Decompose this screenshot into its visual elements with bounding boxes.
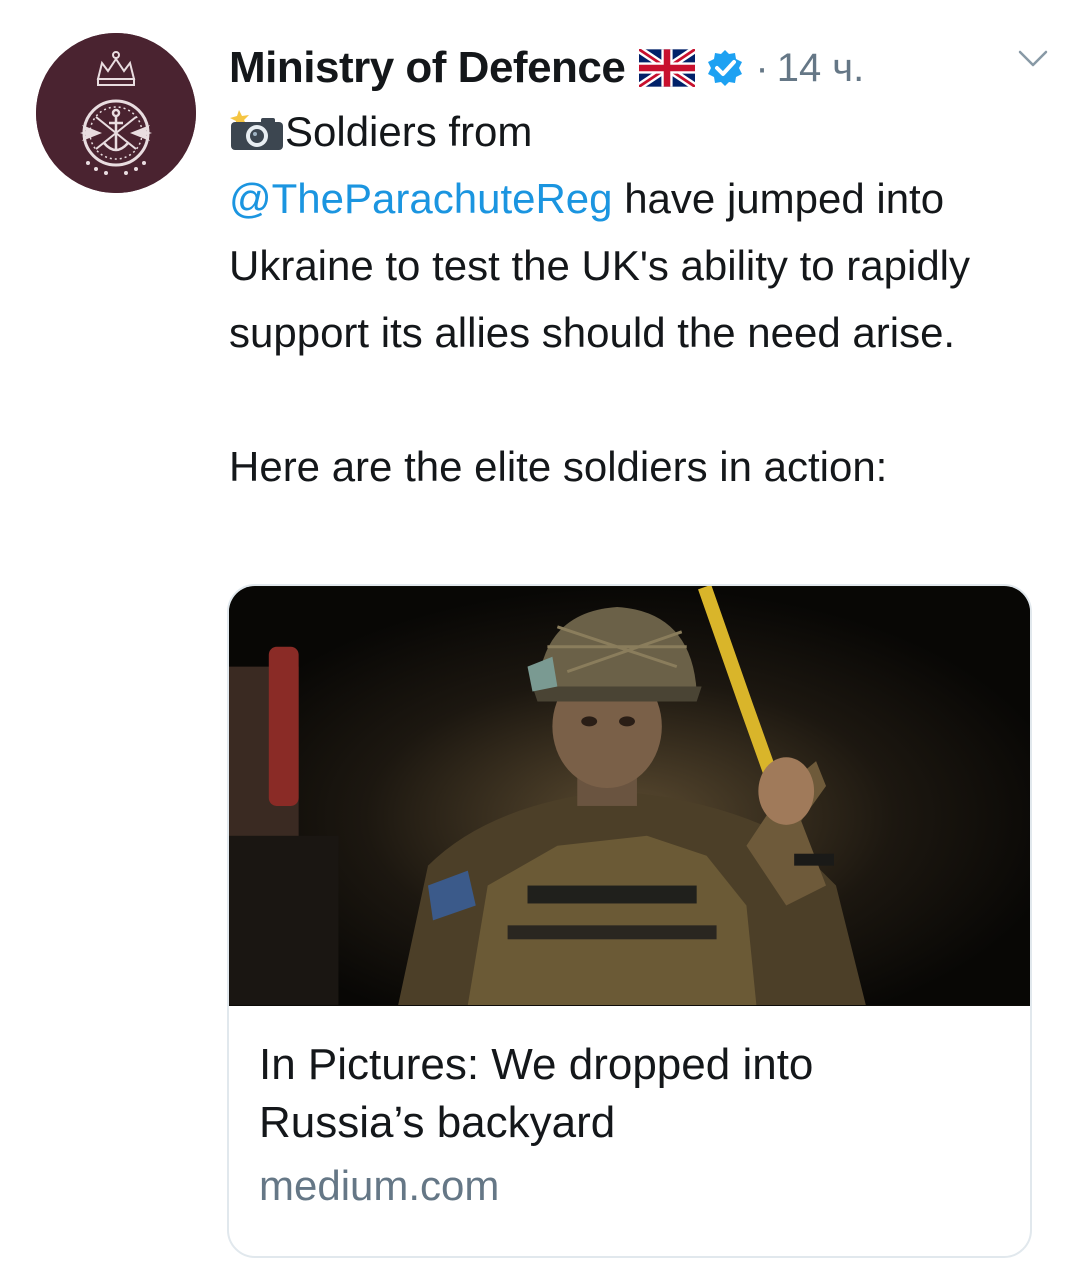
card-image[interactable] (229, 586, 1030, 1006)
link-card[interactable]: In Pictures: We dropped into Russia’s ba… (227, 584, 1032, 1258)
avatar[interactable] (36, 33, 196, 193)
time-separator: · (755, 45, 769, 90)
card-body[interactable]: In Pictures: We dropped into Russia’s ba… (229, 1006, 1030, 1214)
chevron-down-icon[interactable] (1017, 48, 1049, 70)
tweet-text: Soldiers from @TheParachuteReg have jumpe… (229, 98, 1029, 500)
tweet-header: Ministry of Defence · 14 ч. (229, 38, 1049, 98)
tweet-paragraph-2: Here are the elite soldiers in action: (229, 443, 888, 490)
tweet-paragraph-1: Soldiers from @TheParachuteReg have jumpe… (229, 98, 1029, 366)
ministry-crest-icon (36, 33, 196, 193)
uk-flag-icon (637, 46, 698, 90)
camera-with-flash-icon (229, 104, 285, 150)
tweet-timestamp[interactable]: 14 ч. (777, 46, 865, 91)
mention-link[interactable]: @TheParachuteReg (229, 175, 613, 222)
tweet-intro-text: Soldiers from (285, 108, 533, 155)
card-domain[interactable]: medium.com (259, 1158, 1030, 1214)
verified-badge-icon (705, 48, 745, 88)
author-name[interactable]: Ministry of Defence (229, 43, 626, 93)
card-title[interactable]: In Pictures: We dropped into Russia’s ba… (259, 1036, 979, 1152)
